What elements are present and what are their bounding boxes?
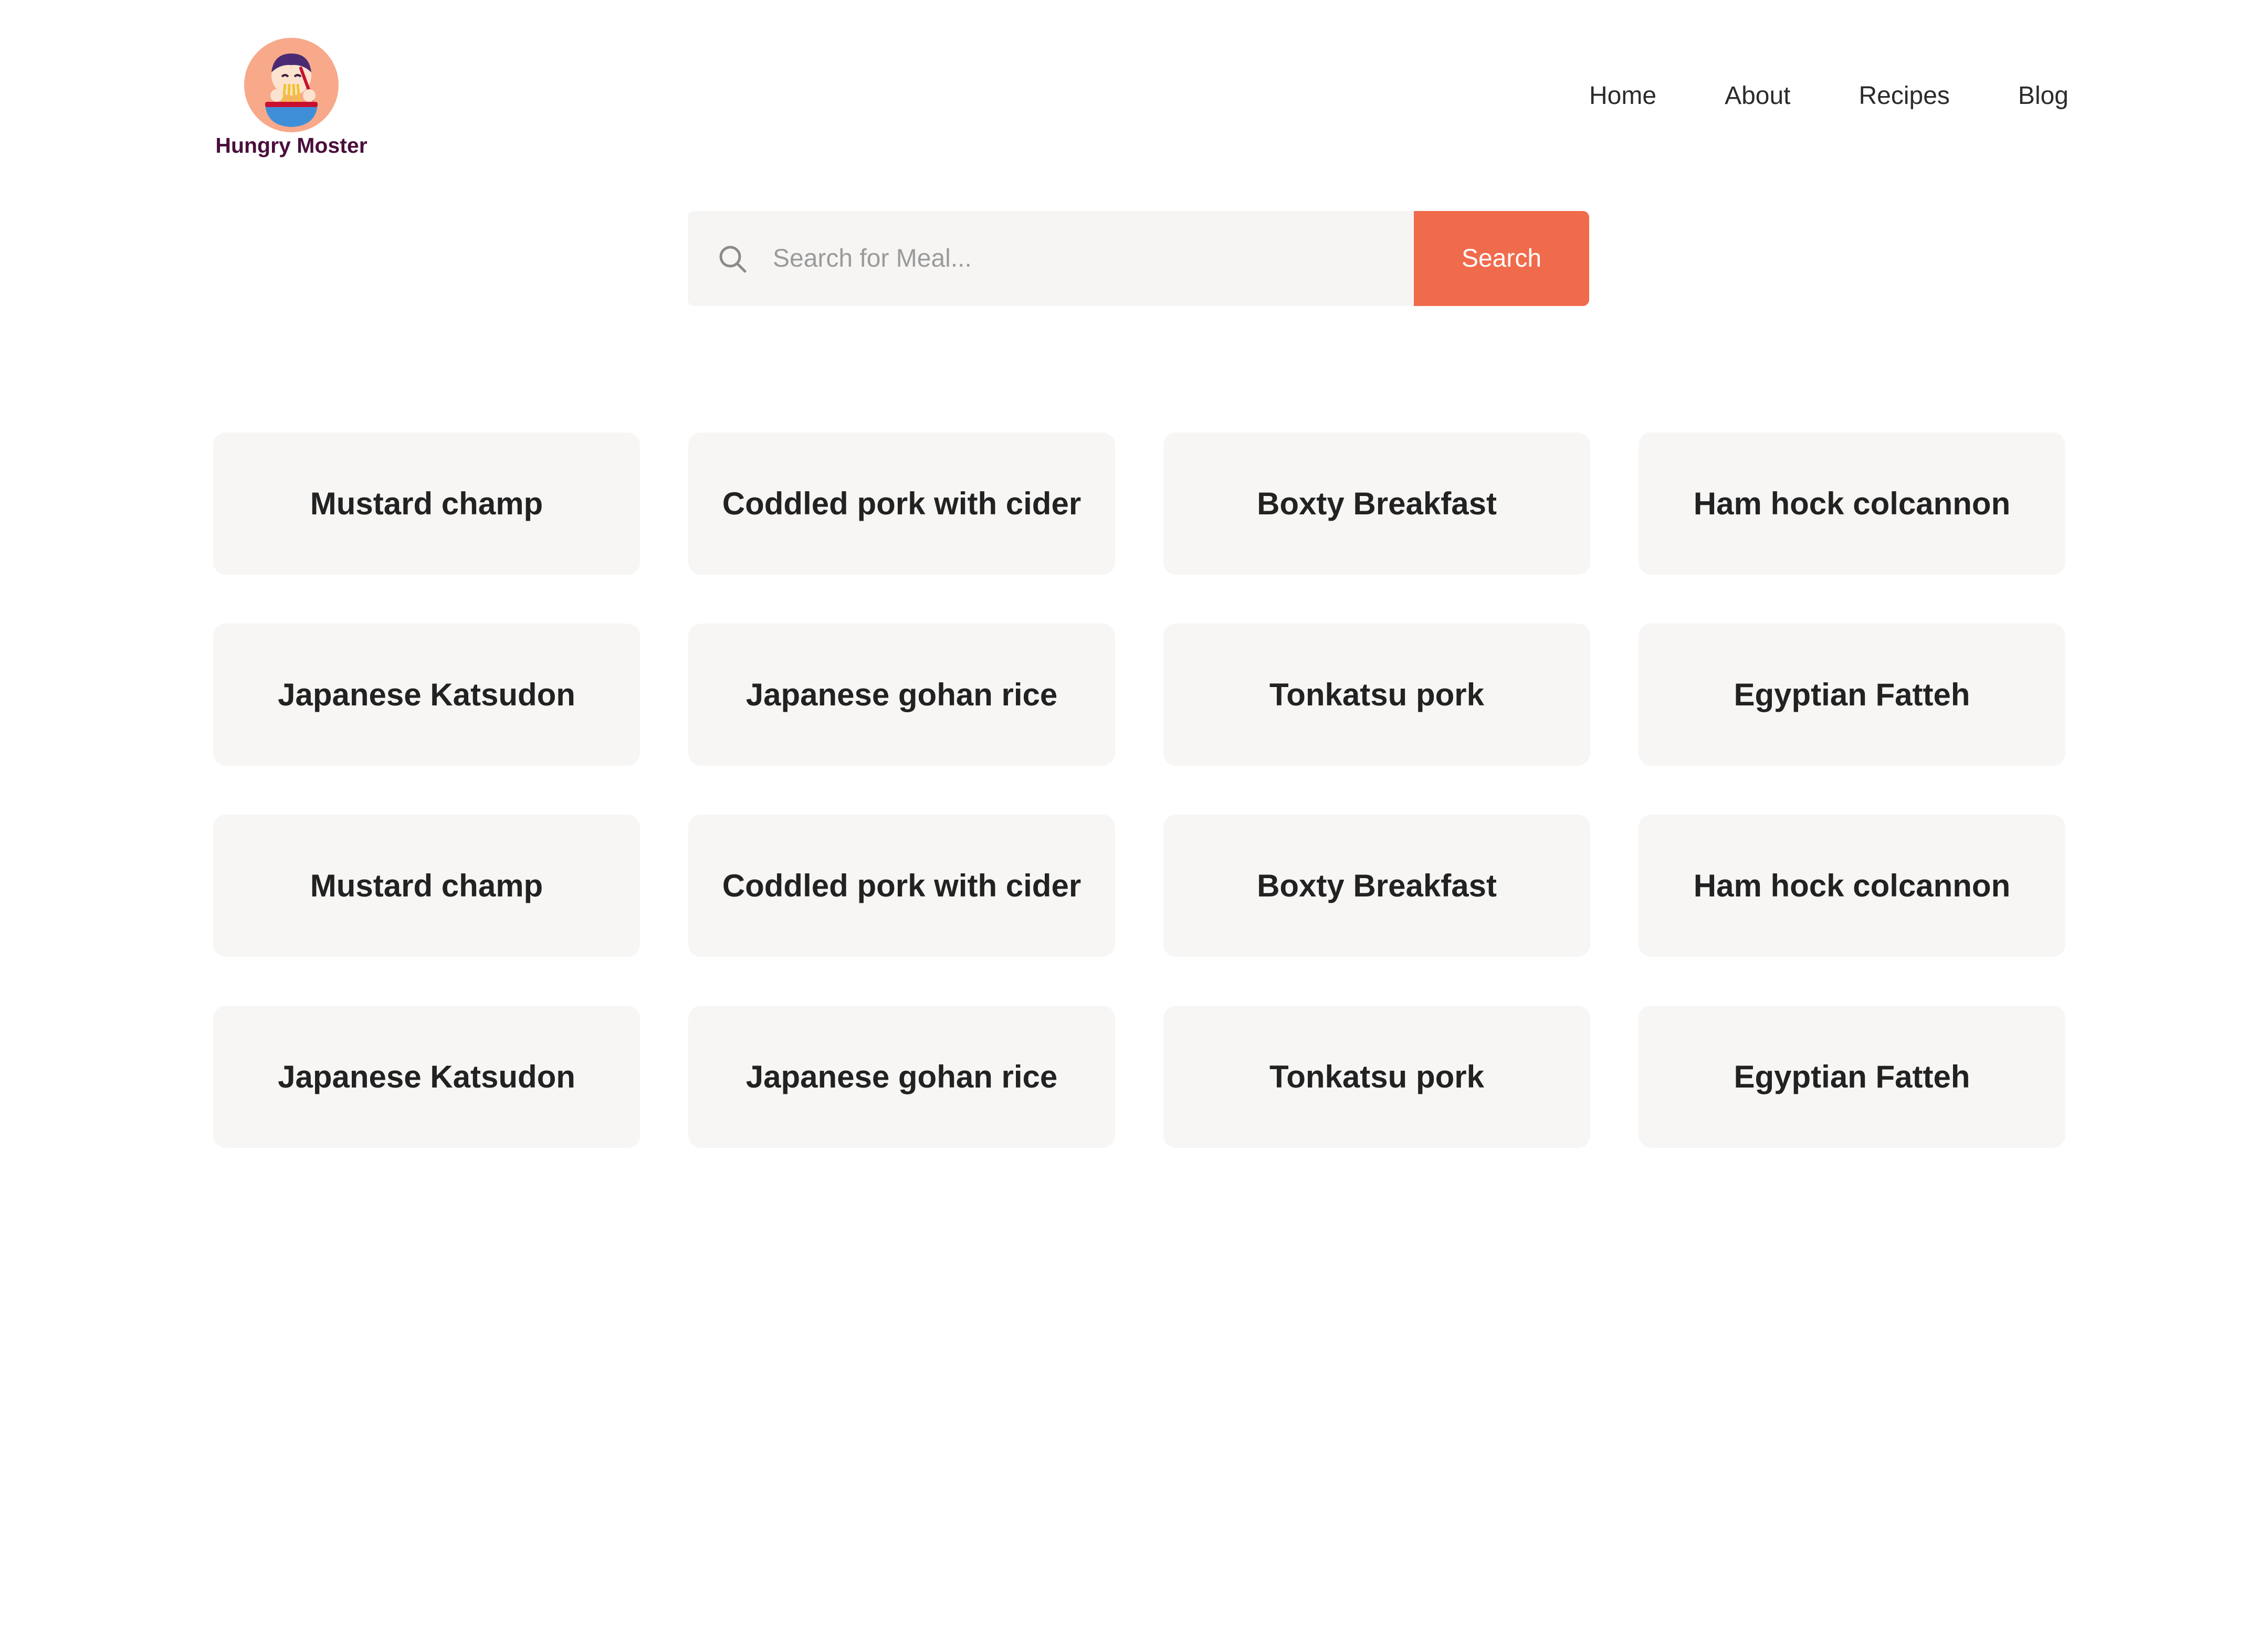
- brand-name: Hungry Moster: [215, 133, 368, 157]
- meal-card[interactable]: Boxty Breakfast: [1163, 815, 1590, 957]
- meal-name: Japanese Katsudon: [278, 677, 575, 712]
- meal-card[interactable]: Japanese gohan rice: [688, 1006, 1115, 1148]
- meal-card[interactable]: Tonkatsu pork: [1163, 624, 1590, 766]
- nav-item-blog[interactable]: Blog: [2018, 81, 2068, 110]
- search-field[interactable]: [688, 211, 1414, 306]
- search-button[interactable]: Search: [1414, 211, 1589, 306]
- meal-name: Japanese gohan rice: [746, 677, 1058, 712]
- meal-name: Japanese Katsudon: [278, 1059, 575, 1094]
- meal-name: Tonkatsu pork: [1269, 677, 1484, 712]
- meal-card[interactable]: Mustard champ: [213, 432, 640, 575]
- meal-name: Egyptian Fatteh: [1734, 1059, 1970, 1094]
- meal-name: Ham hock colcannon: [1693, 486, 2011, 521]
- meal-name: Coddled pork with cider: [722, 868, 1082, 903]
- nav-item-home[interactable]: Home: [1589, 81, 1656, 110]
- meal-card[interactable]: Japanese gohan rice: [688, 624, 1115, 766]
- meal-card[interactable]: Japanese Katsudon: [213, 624, 640, 766]
- search-input[interactable]: [772, 244, 1391, 273]
- meal-card[interactable]: Ham hock colcannon: [1639, 815, 2065, 957]
- meal-name: Boxty Breakfast: [1257, 486, 1497, 521]
- nav-item-recipes[interactable]: Recipes: [1859, 81, 1950, 110]
- nav-item-about[interactable]: About: [1725, 81, 1790, 110]
- meal-name: Boxty Breakfast: [1257, 868, 1497, 903]
- meal-card[interactable]: Ham hock colcannon: [1639, 432, 2065, 575]
- meal-card[interactable]: Coddled pork with cider: [688, 432, 1115, 575]
- meal-card[interactable]: Tonkatsu pork: [1163, 1006, 1590, 1148]
- main-nav: Home About Recipes Blog: [1589, 81, 2068, 110]
- search-bar: Search: [688, 211, 1589, 306]
- meal-card[interactable]: Egyptian Fatteh: [1639, 1006, 2065, 1148]
- meal-name: Coddled pork with cider: [722, 486, 1082, 521]
- noodle-eating-mascot-icon: [244, 38, 339, 132]
- meal-card[interactable]: Japanese Katsudon: [213, 1006, 640, 1148]
- meal-name: Mustard champ: [310, 868, 543, 903]
- meal-name: Japanese gohan rice: [746, 1059, 1058, 1094]
- search-icon: [717, 243, 748, 275]
- brand-logo[interactable]: Hungry Moster: [210, 38, 373, 164]
- meal-card[interactable]: Boxty Breakfast: [1163, 432, 1590, 575]
- meal-name: Tonkatsu pork: [1269, 1059, 1484, 1094]
- meal-name: Ham hock colcannon: [1693, 868, 2011, 903]
- meal-card[interactable]: Coddled pork with cider: [688, 815, 1115, 957]
- meal-grid: Mustard champ Coddled pork with cider Bo…: [213, 432, 2065, 1148]
- meal-name: Egyptian Fatteh: [1734, 677, 1970, 712]
- meal-name: Mustard champ: [310, 486, 543, 521]
- meal-card[interactable]: Egyptian Fatteh: [1639, 624, 2065, 766]
- meal-card[interactable]: Mustard champ: [213, 815, 640, 957]
